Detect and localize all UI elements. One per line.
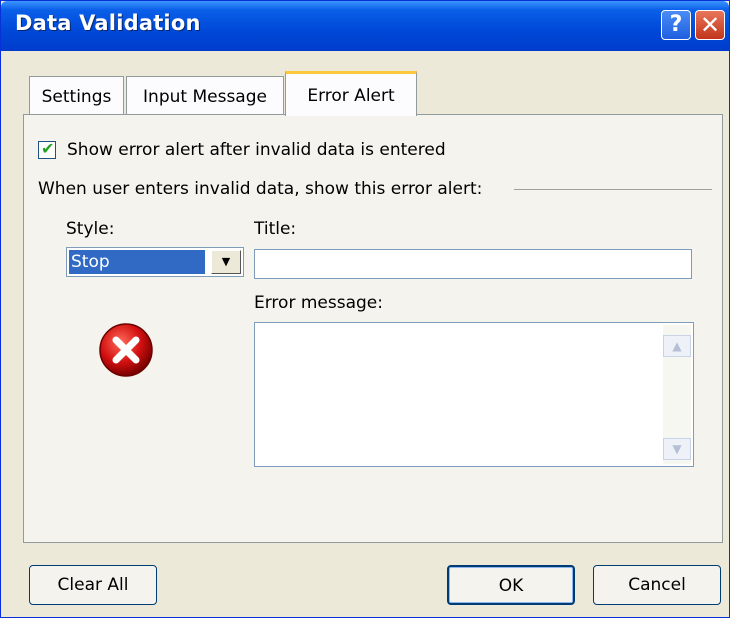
- show-error-alert-checkbox[interactable]: ✔: [38, 139, 56, 159]
- error-stop-icon: [99, 323, 153, 377]
- style-label: Style:: [66, 219, 115, 239]
- error-message-label: Error message:: [254, 293, 383, 313]
- cancel-button[interactable]: Cancel: [593, 565, 721, 605]
- group-divider: [514, 189, 712, 190]
- window-title: Data Validation: [15, 11, 201, 35]
- scroll-up-icon[interactable]: ▲: [663, 335, 691, 357]
- clear-all-button[interactable]: Clear All: [29, 565, 157, 605]
- style-selected-value: Stop: [69, 250, 205, 274]
- scrollbar[interactable]: ▲ ▼: [663, 325, 691, 464]
- ok-label: OK: [498, 576, 524, 596]
- tab-label: Input Message: [143, 87, 267, 107]
- tab-label: Settings: [41, 87, 112, 107]
- tab-error-alert[interactable]: Error Alert: [285, 71, 417, 116]
- group-label: When user enters invalid data, show this…: [38, 179, 483, 199]
- clear-all-label: Clear All: [57, 575, 129, 595]
- help-icon: ?: [669, 12, 683, 37]
- title-input[interactable]: [254, 249, 692, 279]
- style-select[interactable]: Stop ▼: [66, 247, 244, 277]
- title-label: Title:: [254, 219, 297, 239]
- scroll-down-icon[interactable]: ▼: [663, 438, 691, 460]
- data-validation-dialog: Data Validation ? ✕ Settings Input Messa…: [0, 0, 730, 618]
- ok-button[interactable]: OK: [447, 565, 575, 605]
- checkmark-icon: ✔: [41, 139, 55, 158]
- tab-input-message[interactable]: Input Message: [126, 76, 284, 114]
- chevron-down-icon[interactable]: ▼: [211, 250, 241, 274]
- title-bar[interactable]: Data Validation ? ✕: [1, 1, 729, 51]
- close-icon: ✕: [699, 11, 721, 39]
- close-button[interactable]: ✕: [695, 10, 725, 40]
- cancel-label: Cancel: [628, 575, 686, 595]
- tab-label: Error Alert: [307, 86, 395, 106]
- help-button[interactable]: ?: [661, 10, 691, 40]
- show-error-alert-label[interactable]: Show error alert after invalid data is e…: [67, 140, 446, 160]
- error-message-textarea[interactable]: ▲ ▼: [254, 322, 694, 467]
- tab-settings[interactable]: Settings: [29, 76, 124, 114]
